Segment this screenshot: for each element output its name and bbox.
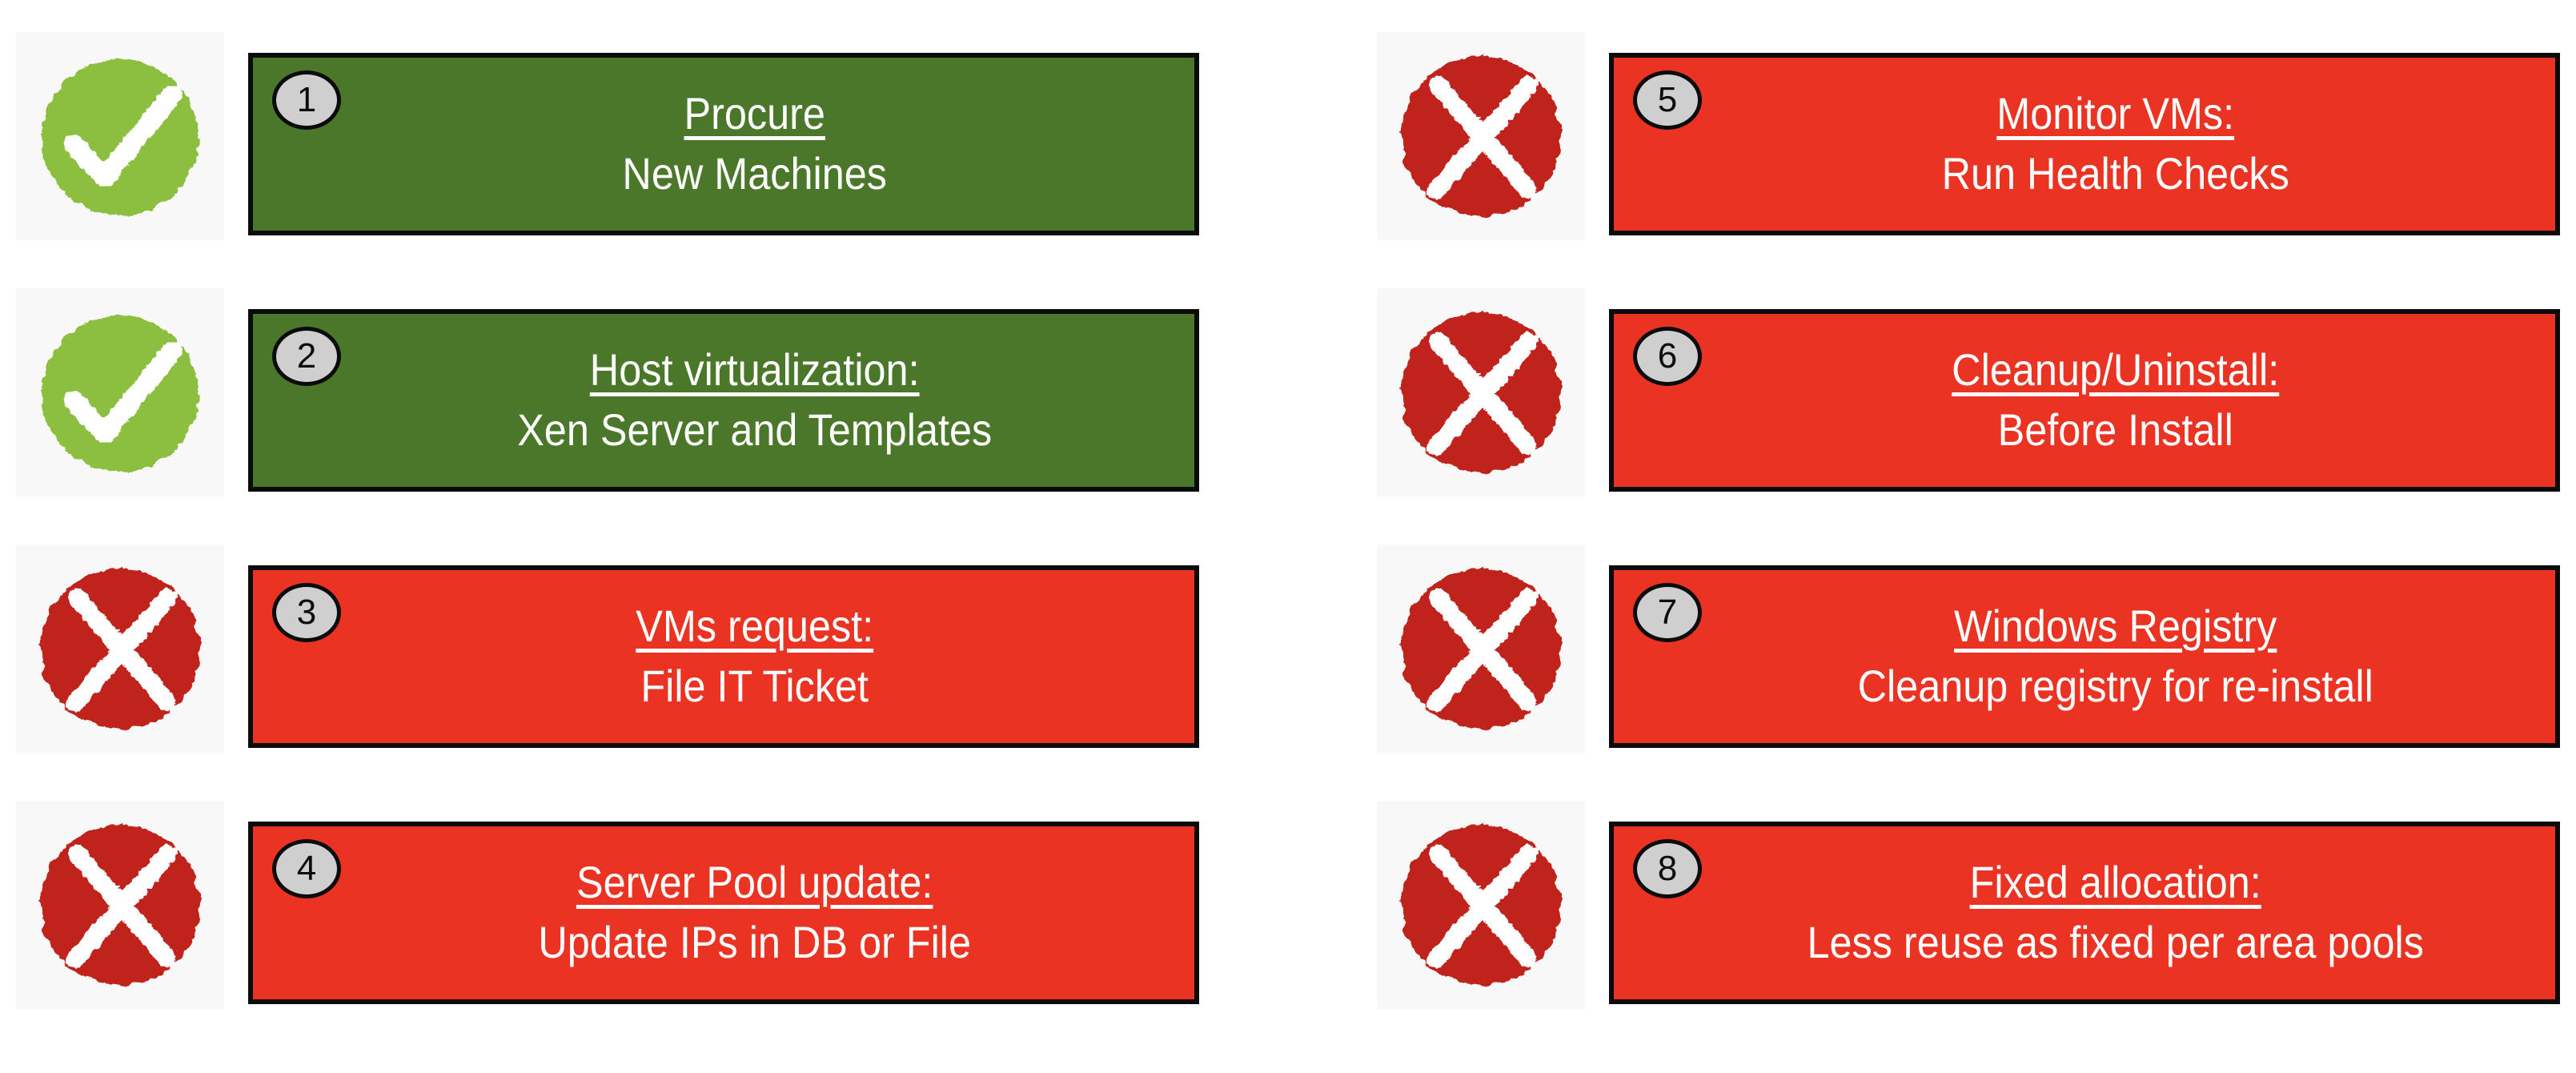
- task-subtitle: File IT Ticket: [640, 661, 869, 711]
- step-number-badge: 8: [1633, 839, 1702, 898]
- step-number-badge: 5: [1633, 70, 1702, 130]
- step-number-badge: 3: [272, 583, 341, 642]
- task-title: Procure: [684, 88, 825, 139]
- task-subtitle: Before Install: [1997, 404, 2233, 455]
- red-cross-circle-icon: [1377, 801, 1585, 1009]
- task-title: Cleanup/Uninstall:: [1952, 344, 2280, 396]
- step-number-label: 6: [1657, 336, 1678, 376]
- task-card-text: VMs request: File IT Ticket: [300, 601, 1147, 711]
- status-row[interactable]: 4 Server Pool update: Update IPs in DB or …: [16, 801, 1199, 1009]
- status-row[interactable]: 1 Procure New Machines: [16, 32, 1199, 240]
- status-row[interactable]: 2 Host virtualization: Xen Server and Temp…: [16, 288, 1199, 496]
- task-card[interactable]: 6 Cleanup/Uninstall: Before Install: [1609, 309, 2560, 492]
- task-subtitle: Less reuse as fixed per area pools: [1807, 917, 2424, 967]
- red-cross-circle-icon: [16, 545, 224, 753]
- step-number-label: 4: [296, 849, 317, 888]
- task-card-text: Windows Registry Cleanup registry for re-…: [1661, 601, 2508, 711]
- green-check-circle-icon: [16, 32, 224, 240]
- task-title: Monitor VMs:: [1996, 88, 2235, 139]
- task-title: VMs request:: [636, 601, 874, 652]
- step-number-badge: 6: [1633, 327, 1702, 386]
- task-card-text: Cleanup/Uninstall: Before Install: [1661, 345, 2508, 455]
- task-title: Server Pool update:: [576, 857, 933, 908]
- task-subtitle: Cleanup registry for re-install: [1857, 661, 2373, 711]
- red-cross-circle-icon: [1377, 32, 1585, 240]
- task-subtitle: Update IPs in DB or File: [538, 917, 972, 967]
- status-row[interactable]: 5 Monitor VMs: Run Health Checks: [1377, 32, 2560, 240]
- red-cross-circle-icon: [16, 801, 224, 1009]
- red-cross-circle-icon: [1377, 545, 1585, 753]
- task-title: Host virtualization:: [589, 344, 920, 396]
- task-title: Windows Registry: [1954, 601, 2277, 652]
- task-card[interactable]: 1 Procure New Machines: [248, 53, 1199, 235]
- step-number-label: 3: [296, 593, 317, 632]
- step-number-badge: 1: [272, 70, 341, 130]
- status-row[interactable]: 7 Windows Registry Cleanup registry for re…: [1377, 545, 2560, 753]
- task-subtitle: Run Health Checks: [1941, 148, 2289, 199]
- task-card[interactable]: 5 Monitor VMs: Run Health Checks: [1609, 53, 2560, 235]
- status-row[interactable]: 3 VMs request: File IT Ticket: [16, 545, 1199, 753]
- status-row[interactable]: 6 Cleanup/Uninstall: Before Install: [1377, 288, 2560, 496]
- task-card-text: Host virtualization: Xen Server and Templ…: [300, 345, 1147, 455]
- task-card-text: Fixed allocation: Less reuse as fixed per…: [1661, 858, 2508, 967]
- task-subtitle: New Machines: [622, 148, 887, 199]
- task-title: Fixed allocation:: [1969, 857, 2261, 908]
- task-card[interactable]: 2 Host virtualization: Xen Server and Temp…: [248, 309, 1199, 492]
- step-number-label: 8: [1657, 849, 1678, 888]
- task-card[interactable]: 4 Server Pool update: Update IPs in DB or …: [248, 822, 1199, 1004]
- step-number-badge: 2: [272, 327, 341, 386]
- task-subtitle: Xen Server and Templates: [517, 404, 993, 455]
- step-number-label: 5: [1657, 80, 1678, 119]
- task-card-text: Procure New Machines: [300, 89, 1147, 199]
- red-cross-circle-icon: [1377, 288, 1585, 496]
- step-number-label: 1: [296, 80, 317, 119]
- step-number-badge: 4: [272, 839, 341, 898]
- step-number-badge: 7: [1633, 583, 1702, 642]
- task-card[interactable]: 8 Fixed allocation: Less reuse as fixed pe…: [1609, 822, 2560, 1004]
- task-card[interactable]: 7 Windows Registry Cleanup registry for re…: [1609, 565, 2560, 748]
- task-card-text: Monitor VMs: Run Health Checks: [1661, 89, 2508, 199]
- step-number-label: 7: [1657, 593, 1678, 632]
- status-board: 1 Procure New Machines 2 Host virtualizatio…: [0, 0, 2576, 1073]
- step-number-label: 2: [296, 336, 317, 376]
- green-check-circle-icon: [16, 288, 224, 496]
- status-row[interactable]: 8 Fixed allocation: Less reuse as fixed pe…: [1377, 801, 2560, 1009]
- task-card[interactable]: 3 VMs request: File IT Ticket: [248, 565, 1199, 748]
- task-card-text: Server Pool update: Update IPs in DB or F…: [300, 858, 1147, 967]
